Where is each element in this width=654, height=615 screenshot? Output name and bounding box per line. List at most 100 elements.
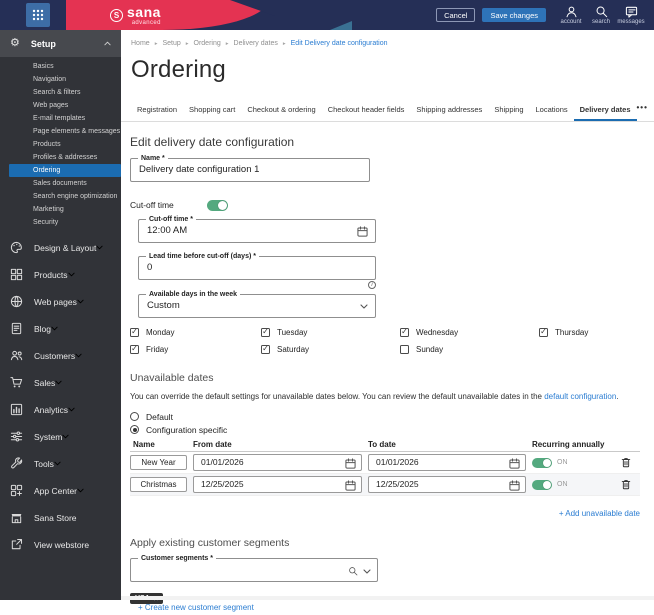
- trash-icon[interactable]: [621, 479, 631, 490]
- sidebar-subitem[interactable]: Sales documents: [0, 177, 121, 190]
- chevron-down-icon: [77, 488, 84, 493]
- tab[interactable]: Locations: [530, 99, 574, 121]
- sidebar-section-setup[interactable]: ⚙ Setup: [0, 30, 121, 57]
- weekday-checkbox-row[interactable]: ✓ Thursday: [539, 326, 640, 339]
- weekday-checkbox-row[interactable]: ✓ Tuesday: [261, 326, 400, 339]
- topbar-action-button[interactable]: search: [586, 5, 616, 25]
- sidebar-subitem[interactable]: Profiles & addresses: [0, 151, 121, 164]
- checkbox[interactable]: ✓: [539, 328, 548, 337]
- sidebar-item[interactable]: Tools: [0, 450, 121, 477]
- cutoff-time-field[interactable]: Cut-off time * 12:00 AM: [138, 215, 376, 243]
- tab[interactable]: Checkout header fields: [322, 99, 411, 121]
- check-icon: ✓: [540, 327, 547, 336]
- sidebar-item[interactable]: Design & Layout: [0, 234, 121, 261]
- date-name-input[interactable]: Christmas: [130, 477, 187, 492]
- available-days-select[interactable]: Available days in the week Custom: [138, 290, 376, 318]
- checkbox[interactable]: ✓: [400, 345, 409, 354]
- tab[interactable]: Shipping addresses: [410, 99, 488, 121]
- sidebar-subitem[interactable]: Products: [0, 138, 121, 151]
- checkbox[interactable]: ✓: [130, 345, 139, 354]
- to-date-input[interactable]: 12/25/2025: [368, 476, 526, 493]
- tab[interactable]: Shopping cart: [183, 99, 241, 121]
- checkbox[interactable]: ✓: [400, 328, 409, 337]
- from-date-input[interactable]: 12/25/2025: [193, 476, 362, 493]
- sidebar-subitem[interactable]: Security: [0, 216, 121, 229]
- calendar-icon[interactable]: [345, 479, 356, 491]
- tab[interactable]: Delivery dates: [574, 99, 637, 121]
- sidebar-item[interactable]: Web pages: [0, 288, 121, 315]
- sidebar-item[interactable]: Sales: [0, 369, 121, 396]
- breadcrumb-item[interactable]: Ordering: [194, 40, 221, 47]
- tab[interactable]: Shipping: [488, 99, 529, 121]
- breadcrumb-item[interactable]: Edit Delivery date configuration: [291, 40, 388, 47]
- sidebar-item[interactable]: App Center: [0, 477, 121, 504]
- weekday-checkbox-row[interactable]: ✓ Sunday: [400, 343, 539, 356]
- sidebar-subitem[interactable]: Ordering: [9, 164, 121, 177]
- lead-time-input[interactable]: 0: [147, 257, 355, 279]
- sidebar-item[interactable]: Blog: [0, 315, 121, 342]
- sidebar-subitem[interactable]: Web pages: [0, 99, 121, 112]
- chevron-down-icon[interactable]: [360, 304, 368, 309]
- calendar-icon[interactable]: [509, 479, 520, 491]
- sidebar-subitem[interactable]: Basics: [0, 60, 121, 73]
- checkbox[interactable]: ✓: [130, 328, 139, 337]
- sidebar-item[interactable]: Sana Store: [0, 504, 121, 531]
- radio-option[interactable]: Configuration specific: [130, 423, 640, 436]
- radio-button[interactable]: [130, 425, 139, 434]
- sidebar-item[interactable]: View webstore: [0, 531, 121, 558]
- radio-button[interactable]: [130, 412, 139, 421]
- weekday-checkbox-row[interactable]: ✓ Monday: [130, 326, 261, 339]
- save-changes-button[interactable]: Save changes: [482, 8, 546, 22]
- sidebar-item[interactable]: Customers: [0, 342, 121, 369]
- calendar-icon[interactable]: [509, 457, 520, 469]
- default-configuration-link[interactable]: default configuration: [544, 392, 616, 401]
- customer-segments-field[interactable]: Customer segments *: [130, 554, 378, 582]
- radio-option[interactable]: Default: [130, 410, 640, 423]
- breadcrumb-item[interactable]: Home: [131, 40, 150, 47]
- sidebar-item[interactable]: Analytics: [0, 396, 121, 423]
- weekday-checkbox-row[interactable]: ✓ Wednesday: [400, 326, 539, 339]
- tab[interactable]: Registration: [131, 99, 183, 121]
- name-field[interactable]: Name * Delivery date configuration 1: [130, 154, 370, 182]
- cutoff-time-input[interactable]: 12:00 AM: [147, 220, 355, 242]
- checkbox[interactable]: ✓: [261, 328, 270, 337]
- topbar-action-button[interactable]: messages: [616, 5, 646, 25]
- calendar-icon[interactable]: [345, 457, 356, 469]
- sidebar-item[interactable]: Products: [0, 261, 121, 288]
- tabs-more-button[interactable]: •••: [637, 103, 648, 117]
- sidebar-subitem[interactable]: Search & filters: [0, 86, 121, 99]
- chevron-down-icon[interactable]: [363, 568, 371, 574]
- design-layout-icon: [10, 241, 23, 254]
- sidebar-subitem[interactable]: Navigation: [0, 73, 121, 86]
- name-input[interactable]: Delivery date configuration 1: [139, 159, 349, 181]
- cancel-button[interactable]: Cancel: [436, 8, 476, 22]
- web-pages-icon: [10, 295, 23, 308]
- add-unavailable-date-link[interactable]: + Add unavailable date: [559, 509, 640, 518]
- sidebar-subitem[interactable]: E-mail templates: [0, 112, 121, 125]
- topbar-action-button[interactable]: account: [556, 5, 586, 25]
- sidebar-subitem[interactable]: Page elements & messages: [0, 125, 121, 138]
- weekday-checkbox-row[interactable]: ✓ Friday: [130, 343, 261, 356]
- to-date-input[interactable]: 01/01/2026: [368, 454, 526, 471]
- breadcrumb-item[interactable]: Delivery dates: [234, 40, 278, 47]
- sidebar-item[interactable]: System: [0, 423, 121, 450]
- sana-logo[interactable]: S sana advanced: [66, 0, 268, 30]
- lead-time-field[interactable]: Lead time before cut-off (days) * 0: [138, 252, 376, 280]
- search-icon[interactable]: [348, 566, 358, 576]
- info-icon[interactable]: i: [368, 280, 376, 289]
- breadcrumb-item[interactable]: Setup: [162, 40, 180, 47]
- calendar-icon[interactable]: [357, 226, 368, 237]
- weekday-checkbox-row[interactable]: ✓ Saturday: [261, 343, 400, 356]
- cutoff-time-toggle[interactable]: [207, 199, 228, 211]
- recurring-toggle[interactable]: [532, 457, 552, 468]
- create-segment-link[interactable]: + Create new customer segment: [138, 603, 254, 612]
- sidebar-subitem[interactable]: Search engine optimization: [0, 190, 121, 203]
- tab[interactable]: Checkout & ordering: [241, 99, 321, 121]
- trash-icon[interactable]: [621, 457, 631, 468]
- apps-grid-button[interactable]: [26, 3, 50, 27]
- from-date-input[interactable]: 01/01/2026: [193, 454, 362, 471]
- checkbox[interactable]: ✓: [261, 345, 270, 354]
- date-name-input[interactable]: New Year: [130, 455, 187, 470]
- sidebar-subitem[interactable]: Marketing: [0, 203, 121, 216]
- recurring-toggle[interactable]: [532, 479, 552, 490]
